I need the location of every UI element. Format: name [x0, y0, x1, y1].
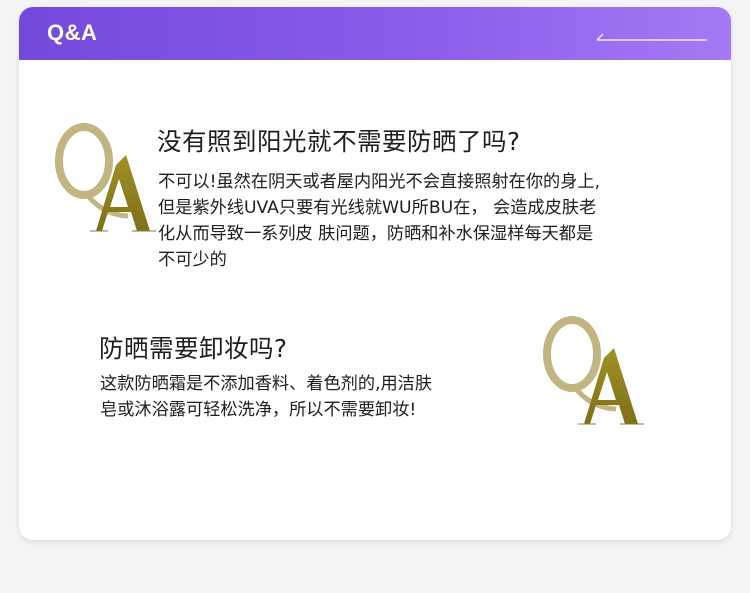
answer-line: 但是紫外线UVA只要有光线就WU所BU在， 会造成皮肤老 [158, 198, 597, 218]
qa-card: Q&A 没有照到阳光就不需要防晒了吗? 不可以!虽然在阴天或者屋内阳光不会直接照… [19, 7, 731, 540]
decorative-line-icon [597, 33, 707, 41]
answer-line: 不可少的 [158, 250, 227, 270]
qa-logo-icon [543, 316, 644, 425]
answer-line: 化从而导致一系列皮 肤问题，防晒和补水保湿样每天都是 [158, 224, 594, 244]
qa-logo-icon [55, 123, 156, 232]
answer-text: 不可以!虽然在阴天或者屋内阳光不会直接照射在你的身上, 但是紫外线UVA只要有光… [158, 169, 600, 273]
answer-line: 皂或沐浴露可轻松洗净，所以不需要卸妆! [100, 400, 417, 420]
answer-line: 这款防晒霜是不添加香料、着色剂的,用洁肤 [100, 374, 433, 394]
question-title: 防晒需要卸妆吗? [99, 334, 288, 363]
header-title: Q&A [47, 20, 98, 45]
answer-line: 不可以!虽然在阴天或者屋内阳光不会直接照射在你的身上, [158, 172, 601, 192]
answer-text: 这款防晒霜是不添加香料、着色剂的,用洁肤 皂或沐浴露可轻松洗净，所以不需要卸妆! [100, 371, 432, 423]
card-header: Q&A [19, 7, 731, 60]
question-title: 没有照到阳光就不需要防晒了吗? [157, 127, 521, 156]
